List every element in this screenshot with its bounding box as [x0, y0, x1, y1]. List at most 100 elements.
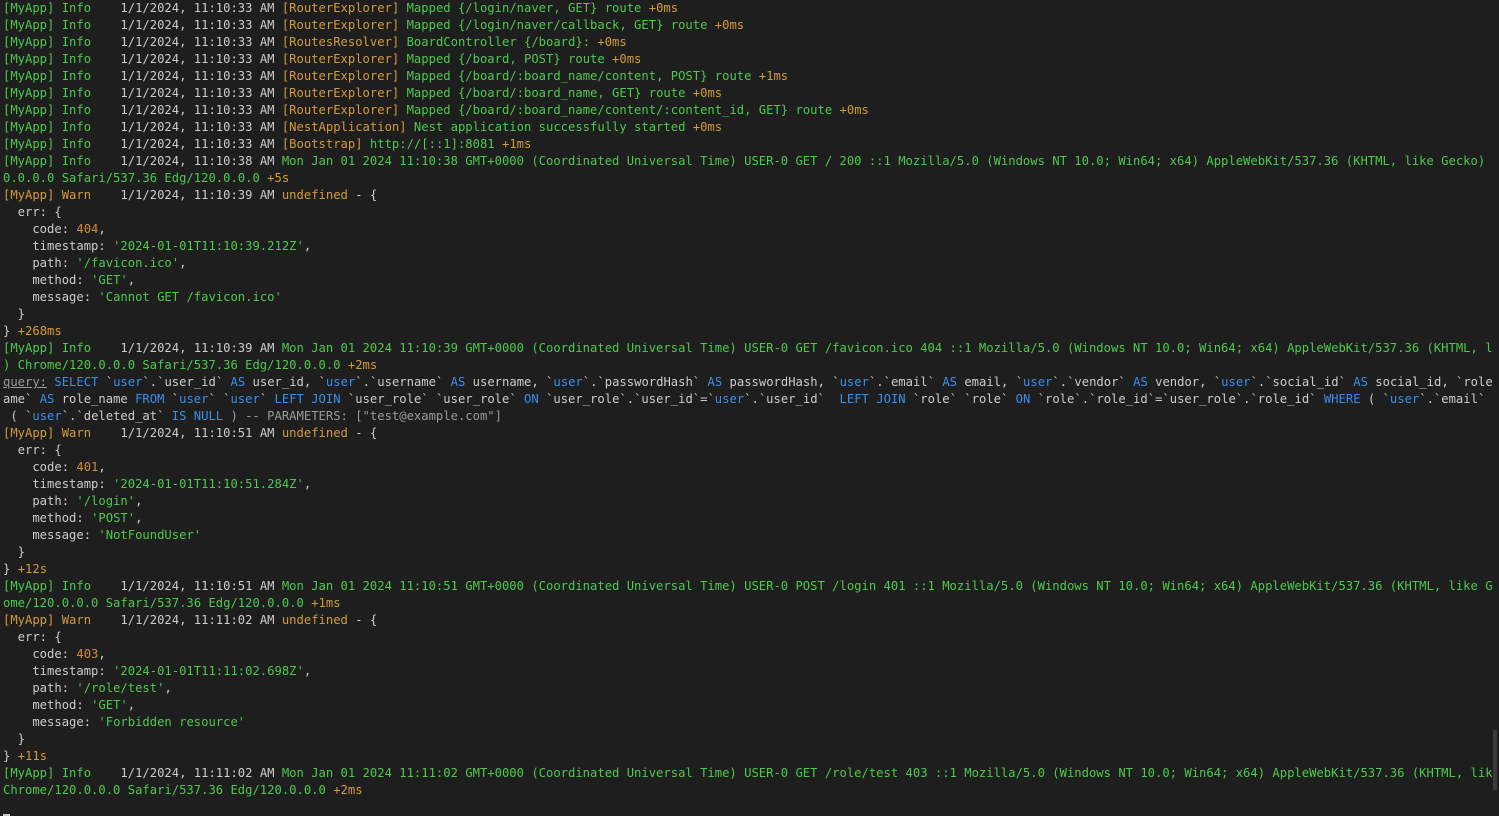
log-segment: user [113, 375, 143, 389]
log-line: path: '/login', [3, 493, 1493, 510]
log-segment: +1ms [311, 596, 341, 610]
log-segment: +11s [17, 749, 48, 763]
log-segment: 404 [76, 222, 99, 236]
log-segment: Chrome/120.0.0.0 Safari/537.36 Edg/120.0… [3, 783, 334, 797]
log-segment: AS [230, 375, 253, 389]
terminal-output[interactable]: [MyApp] Info 1/1/2024, 11:10:33 AM [Rout… [3, 0, 1493, 816]
log-segment: `.`username` [355, 375, 451, 389]
log-line: } [3, 306, 1493, 323]
log-segment: `role`.`role_id`=`user_role`.`role_id` [1037, 392, 1324, 406]
log-segment: `.`deleted_at` [61, 409, 172, 423]
log-line: method: 'GET', [3, 272, 1493, 289]
log-segment: 1/1/2024, 11:10:33 AM [120, 137, 282, 151]
log-line: err: { [3, 442, 1493, 459]
log-segment: '/login' [76, 494, 136, 508]
log-segment: 'GET' [91, 698, 128, 712]
log-segment: +268ms [17, 324, 62, 338]
log-line: [MyApp] Info 1/1/2024, 11:10:33 AM [Boot… [3, 136, 1493, 153]
log-segment: +0ms [648, 1, 679, 15]
log-segment: , [303, 477, 312, 491]
log-segment: LEFT JOIN [274, 392, 348, 406]
log-line: } +11s [3, 748, 1493, 765]
log-line: [MyApp] Info 1/1/2024, 11:10:39 AM Mon J… [3, 340, 1493, 357]
log-segment: ` ` [208, 392, 231, 406]
log-segment: user [32, 409, 62, 423]
log-segment: +2ms [333, 783, 363, 797]
log-segment: 1/1/2024, 11:10:33 AM [120, 120, 282, 134]
log-segment: ON [1015, 392, 1038, 406]
log-line: [MyApp] Warn 1/1/2024, 11:11:02 AM undef… [3, 612, 1493, 629]
log-line: query: SELECT `user`.`user_id` AS user_i… [3, 374, 1493, 391]
log-line: ) Chrome/120.0.0.0 Safari/537.36 Edg/120… [3, 357, 1493, 374]
log-segment: SELECT [54, 375, 106, 389]
log-line: [MyApp] Info 1/1/2024, 11:10:33 AM [Rout… [3, 85, 1493, 102]
log-segment: message: [3, 290, 99, 304]
log-segment: method: [3, 698, 92, 712]
log-segment: AS [1353, 375, 1376, 389]
log-segment: user [179, 392, 209, 406]
log-segment: [RoutesResolver] [281, 35, 407, 49]
log-segment: timestamp: [3, 477, 114, 491]
log-segment: `.`email` [868, 375, 943, 389]
log-segment: [MyApp] Info [3, 137, 121, 151]
log-segment: code: [3, 647, 77, 661]
log-segment: 'POST' [91, 511, 136, 525]
log-segment: +1ms [501, 137, 532, 151]
log-segment: , [127, 698, 136, 712]
log-segment: [MyApp] Warn [3, 613, 121, 627]
log-segment: passwordHash, ` [729, 375, 840, 389]
log-segment: path: [3, 256, 77, 270]
log-segment: social_id, `role`.`role_n [1375, 375, 1493, 389]
log-line: path: '/role/test', [3, 680, 1493, 697]
log-segment: } [3, 732, 26, 746]
log-segment: [MyApp] Info [3, 154, 121, 168]
log-segment: [RouterExplorer] [281, 69, 407, 83]
log-line: timestamp: '2024-01-01T11:10:51.284Z', [3, 476, 1493, 493]
log-segment: +1ms [758, 69, 789, 83]
log-segment: } [3, 324, 18, 338]
log-segment: [NestApplication] [281, 120, 414, 134]
prompt-line[interactable] [3, 799, 1493, 816]
log-segment: [MyApp] Info [3, 18, 121, 32]
log-segment: [MyApp] Info [3, 86, 121, 100]
log-segment: vendor, ` [1155, 375, 1222, 389]
log-segment: [MyApp] Info [3, 52, 121, 66]
log-segment: [MyApp] Info [3, 341, 121, 355]
log-line: err: { [3, 629, 1493, 646]
log-line: [MyApp] Warn 1/1/2024, 11:10:39 AM undef… [3, 187, 1493, 204]
log-segment: [RouterExplorer] [281, 86, 407, 100]
log-line: [MyApp] Info 1/1/2024, 11:10:38 AM Mon J… [3, 153, 1493, 170]
log-segment: method: [3, 273, 92, 287]
log-segment: 1/1/2024, 11:10:33 AM [120, 103, 282, 117]
log-segment: Mapped {/board, POST} route [406, 52, 613, 66]
log-segment: +0ms [612, 52, 642, 66]
log-segment: , [135, 511, 143, 525]
log-segment: } [3, 307, 26, 321]
log-segment: [MyApp] Info [3, 69, 121, 83]
log-segment: undefined [281, 426, 356, 440]
log-segment: [MyApp] Warn [3, 188, 121, 202]
log-segment: , [303, 239, 312, 253]
log-segment: +12s [17, 562, 48, 576]
log-segment: '/favicon.ico' [76, 256, 180, 270]
log-segment: code: [3, 460, 77, 474]
log-segment: err: { [3, 630, 62, 644]
log-segment: 1/1/2024, 11:11:02 AM [120, 613, 282, 627]
log-segment: ` [105, 375, 114, 389]
log-segment: [Bootstrap] [281, 137, 370, 151]
log-line: [MyApp] Info 1/1/2024, 11:10:51 AM Mon J… [3, 578, 1493, 595]
log-segment: - { [355, 426, 378, 440]
log-line: } +268ms [3, 323, 1493, 340]
log-segment: role_name [61, 392, 136, 406]
log-segment: 1/1/2024, 11:10:51 AM [120, 426, 282, 440]
scrollbar-thumb[interactable] [1493, 730, 1497, 790]
log-segment: 1/1/2024, 11:10:39 AM [120, 188, 282, 202]
log-segment: `user_role` `user_role` [347, 392, 525, 406]
log-segment: , [127, 273, 136, 287]
log-segment: , [179, 256, 187, 270]
log-segment: '2024-01-01T11:10:51.284Z' [113, 477, 304, 491]
log-segment: [MyApp] Info [3, 103, 121, 117]
terminal-scrollbar[interactable] [1493, 0, 1497, 801]
log-segment: Nest application successfully started [413, 120, 693, 134]
log-segment: Mapped {/login/naver, GET} route [406, 1, 649, 15]
